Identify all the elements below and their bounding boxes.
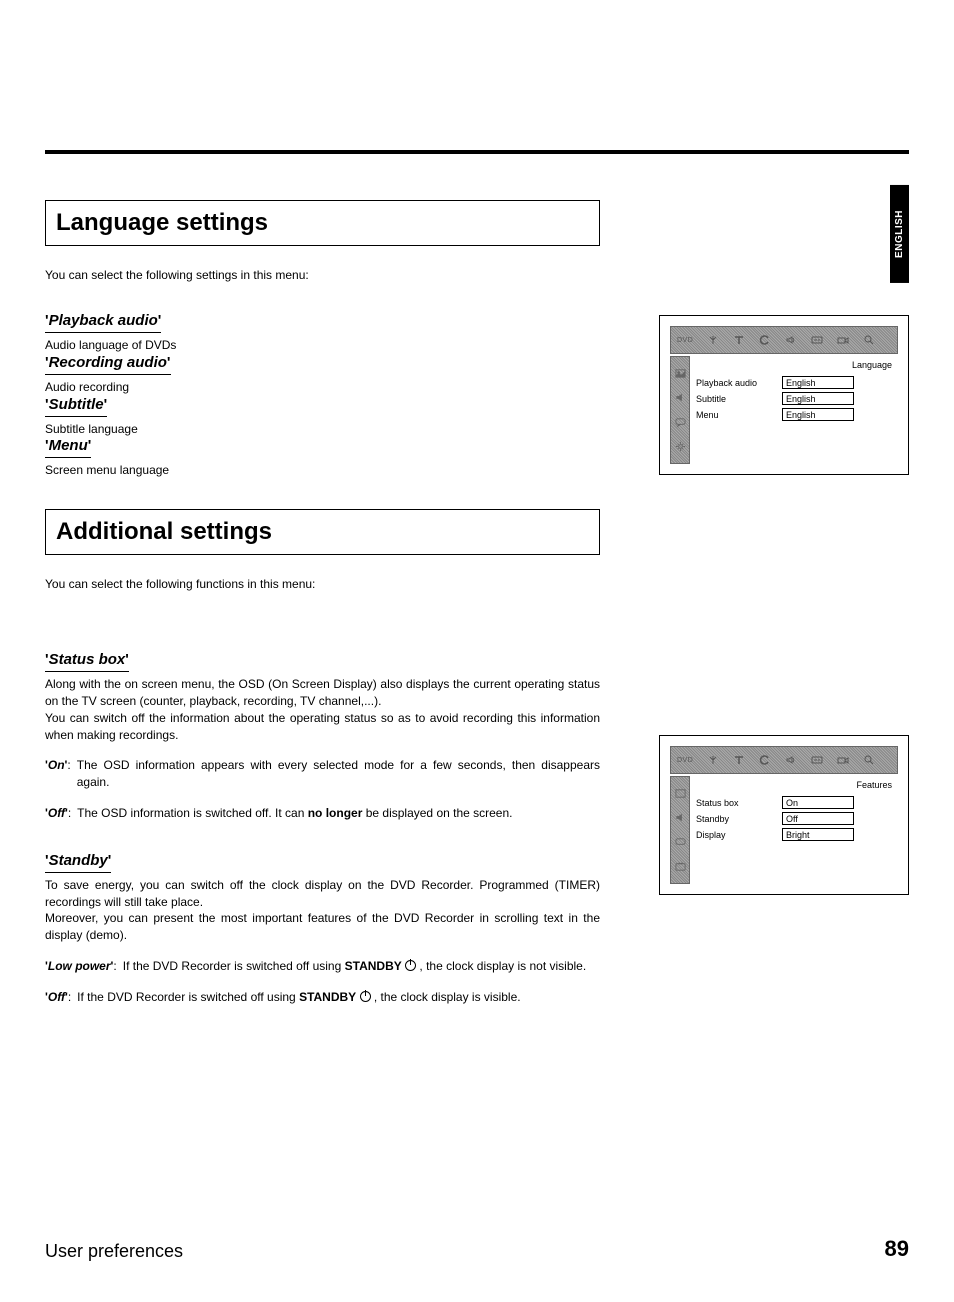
opt-standby-off-key: Off [45, 989, 68, 1006]
osd-language: DVD Lang [659, 315, 909, 475]
top-rule [45, 150, 909, 154]
opt-standby-off-val: If the DVD Recorder is switched off usin… [77, 989, 520, 1006]
subtitle-icon [811, 754, 823, 766]
desc-menu: Screen menu language [45, 462, 600, 479]
picture-icon [675, 368, 686, 379]
opt-on: On: The OSD information appears with eve… [45, 757, 600, 791]
desc-standby-2: Moreover, you can present the most impor… [45, 910, 600, 944]
language-tab: ENGLISH [890, 185, 909, 283]
opt-low-key: Low power [45, 958, 113, 975]
osd-side [670, 356, 690, 464]
footer-title: User preferences [45, 1241, 183, 1262]
speaker-icon [675, 392, 686, 403]
opt-off: Off: The OSD information is switched off… [45, 805, 600, 822]
camera-icon [837, 334, 849, 346]
osd-row: Display Bright [696, 828, 892, 841]
section-heading-language: Language settings [45, 200, 600, 246]
page: ENGLISH Language settings You can select… [0, 0, 954, 1302]
osd-row-label: Status box [696, 798, 776, 808]
c-icon [759, 334, 771, 346]
gear-icon [675, 441, 686, 452]
osd-row: Subtitle English [696, 392, 892, 405]
osd-row: Standby Off [696, 812, 892, 825]
osd-side [670, 776, 690, 884]
sub-recording-audio: Recording audio [45, 354, 171, 371]
left-column: Language settings You can select the fol… [45, 200, 600, 1006]
desc-status-box-2: You can switch off the information about… [45, 710, 600, 744]
osd-row-value: English [782, 376, 854, 389]
osd-toolbar: DVD [670, 326, 898, 354]
picture-icon [675, 788, 686, 799]
opt-low-val: If the DVD Recorder is switched off usin… [123, 958, 586, 975]
osd-row-label: Subtitle [696, 394, 776, 404]
desc-subtitle: Subtitle language [45, 421, 600, 438]
sub-subtitle: Subtitle [45, 396, 107, 413]
antenna-icon [707, 754, 719, 766]
standby-icon [360, 991, 371, 1002]
desc-recording-audio: Audio recording [45, 379, 600, 396]
desc-status-box-1: Along with the on screen menu, the OSD (… [45, 676, 600, 710]
dvd-label: DVD [677, 337, 693, 344]
t-icon [733, 754, 745, 766]
opt-low-power: Low power: If the DVD Recorder is switch… [45, 958, 600, 975]
sound-icon [785, 754, 797, 766]
sub-standby: Standby [45, 852, 111, 869]
dvd-label: DVD [677, 757, 693, 764]
osd-toolbar: DVD [670, 746, 898, 774]
osd-row: Playback audio English [696, 376, 892, 389]
osd-row-label: Display [696, 830, 776, 840]
opt-on-key: On [45, 757, 67, 791]
intro-language: You can select the following settings in… [45, 268, 600, 282]
camera-icon [837, 754, 849, 766]
sub-menu: Menu [45, 437, 91, 454]
opt-standby-off: Off: If the DVD Recorder is switched off… [45, 989, 600, 1006]
osd-row-label: Standby [696, 814, 776, 824]
opt-off-key: Off [45, 805, 68, 822]
standby-icon [405, 960, 416, 971]
desc-playback-audio: Audio language of DVDs [45, 337, 600, 354]
osd-row-label: Menu [696, 410, 776, 420]
c-icon [759, 754, 771, 766]
osd-row: Status box On [696, 796, 892, 809]
antenna-icon [707, 334, 719, 346]
opt-off-val: The OSD information is switched off. It … [77, 805, 512, 822]
page-number: 89 [885, 1236, 909, 1262]
balloon-icon [675, 837, 686, 848]
osd-features: DVD Feat [659, 735, 909, 895]
desc-standby-1: To save energy, you can switch off the c… [45, 877, 600, 911]
osd-main: Features Status box On Standby Off Displ… [690, 776, 898, 884]
intro-additional: You can select the following functions i… [45, 577, 600, 591]
footer: User preferences 89 [45, 1236, 909, 1262]
tv-icon [675, 861, 686, 872]
osd-row-value: On [782, 796, 854, 809]
sub-playback-audio: Playback audio [45, 312, 161, 329]
sound-icon [785, 334, 797, 346]
opt-on-val: The OSD information appears with every s… [77, 757, 600, 791]
osd-row-value: English [782, 408, 854, 421]
speaker-icon [675, 812, 686, 823]
right-column: DVD Lang [659, 200, 909, 1006]
osd-row-value: Off [782, 812, 854, 825]
zoom-icon [863, 754, 875, 766]
sub-status-box: Status box [45, 651, 129, 668]
osd-row-value: Bright [782, 828, 854, 841]
osd-row-label: Playback audio [696, 378, 776, 388]
t-icon [733, 334, 745, 346]
osd-title: Language [696, 360, 892, 370]
osd-main: Language Playback audio English Subtitle… [690, 356, 898, 464]
zoom-icon [863, 334, 875, 346]
content: Language settings You can select the fol… [45, 200, 909, 1006]
osd-row: Menu English [696, 408, 892, 421]
osd-title: Features [696, 780, 892, 790]
balloon-icon [675, 417, 686, 428]
subtitle-icon [811, 334, 823, 346]
section-heading-additional: Additional settings [45, 509, 600, 555]
osd-row-value: English [782, 392, 854, 405]
